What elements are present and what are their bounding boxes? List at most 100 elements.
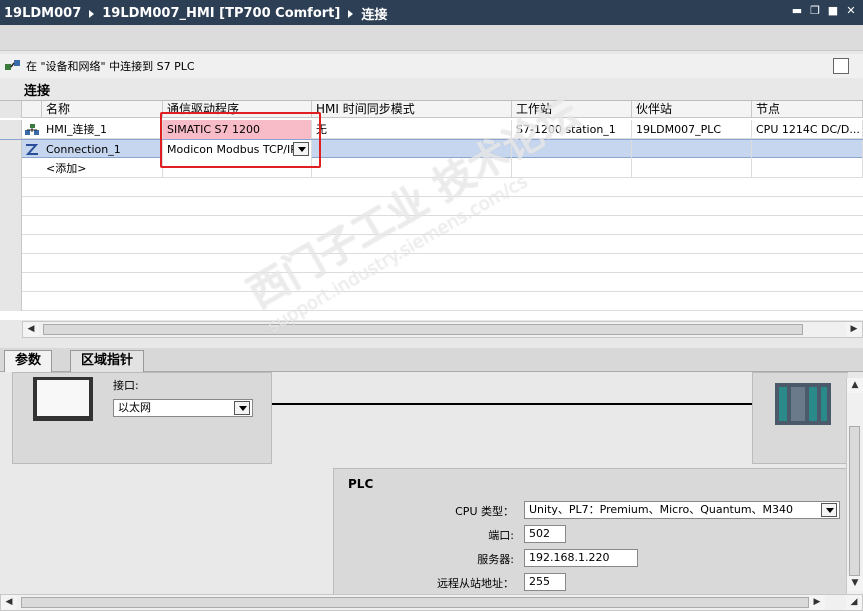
breadcrumb-device[interactable]: 19LDM007_HMI [TP700 Comfort] [102,6,340,21]
toolbar [0,25,863,51]
cell-node[interactable] [752,140,863,159]
cell-sync[interactable]: 无 [312,120,512,139]
header-corner [0,101,22,118]
cell-partner[interactable] [632,140,752,159]
title-bar: 19LDM007 19LDM007_HMI [TP700 Comfort] 连接… [0,0,863,25]
remote-slave-input[interactable]: 255 [524,573,566,591]
connection-icon [25,144,39,155]
table-row-empty [0,216,863,235]
tab-parameters[interactable]: 参数 [4,350,53,372]
annotation-highlight [160,112,321,168]
table-horizontal-scrollbar[interactable]: ◀ ▶ [22,321,863,338]
interface-label: 接口: [113,379,139,392]
hmi-device-panel: 接口: 以太网 [12,372,272,464]
maximize-icon[interactable]: ■ [827,5,839,17]
interface-select[interactable]: 以太网 [113,399,253,417]
chevron-down-icon[interactable] [234,401,250,415]
cell-station[interactable] [512,159,632,178]
cell-name[interactable]: HMI_连接_1 [42,120,163,139]
cell-sync[interactable] [312,159,512,178]
scroll-down-icon[interactable]: ▼ [847,576,863,591]
resize-icon[interactable]: ◢ [846,595,862,610]
window-controls: ▬ ❐ ■ ✕ [791,5,857,17]
cpu-type-value: Unity、PL7：Premium、Micro、Quantum、M340 [529,503,794,516]
restore-icon[interactable]: ❐ [809,5,821,17]
header-name[interactable]: 名称 [42,101,163,118]
row-header[interactable] [0,159,22,178]
row-header [0,292,22,311]
cell-station[interactable]: S7-1200 station_1 [512,120,632,139]
cpu-type-select[interactable]: Unity、PL7：Premium、Micro、Quantum、M340 [524,501,840,519]
connections-table: 名称 通信驱动程序 HMI 时间同步模式 工作站 伙伴站 节点 HMI_连接_1… [0,100,863,320]
row-header [0,178,22,197]
row-header[interactable] [0,120,22,139]
table-row-empty [0,178,863,197]
plc-device-panel [752,372,848,464]
info-row: 在 "设备和网络" 中连接到 S7 PLC [0,54,863,78]
scroll-thumb[interactable] [21,597,809,608]
header-partner[interactable]: 伙伴站 [632,101,752,118]
add-connection-cell[interactable]: <添加> [42,159,163,178]
cell-node[interactable] [752,159,863,178]
inspector-tabs: 参数 区域指针 [0,348,863,372]
port-label: 端口: [488,529,514,542]
breadcrumb: 19LDM007 19LDM007_HMI [TP700 Comfort] 连接 [4,4,387,23]
parameters-vertical-scrollbar[interactable]: ▲ ▼ [846,378,863,594]
breadcrumb-separator-icon [348,9,354,18]
cell-name[interactable]: Connection_1 [42,140,163,159]
row-header [0,197,22,216]
table-row[interactable]: <添加> [0,159,863,178]
tab-area-pointer[interactable]: 区域指针 [70,350,145,372]
scroll-left-icon[interactable]: ◀ [1,595,17,610]
server-input[interactable]: 192.168.1.220 [524,549,638,567]
row-header [0,235,22,254]
network-connect-icon[interactable] [4,58,22,74]
table-row[interactable]: Connection_1 Modicon Modbus TCP/IP [0,139,863,159]
scroll-left-icon[interactable]: ◀ [23,322,39,337]
network-line [272,403,752,405]
plc-settings-form: PLC CPU 类型： Unity、PL7：Premium、Micro、Quan… [333,468,853,598]
header-icon-col [22,101,42,118]
cpu-type-label: CPU 类型： [455,505,514,518]
plc-device-icon [775,383,831,425]
scroll-thumb[interactable] [849,426,860,576]
hmi-device-icon [33,377,93,421]
row-header [0,254,22,273]
plc-title: PLC [348,477,374,491]
table-row-empty [0,273,863,292]
options-icon[interactable] [833,58,849,74]
chevron-down-icon[interactable] [821,503,837,517]
section-title: 连接 [24,84,51,99]
server-label: 服务器: [477,553,514,566]
breadcrumb-project[interactable]: 19LDM007 [4,6,81,21]
table-row-empty [0,254,863,273]
header-sync[interactable]: HMI 时间同步模式 [312,101,512,118]
header-node[interactable]: 节点 [752,101,863,118]
scroll-right-icon[interactable]: ▶ [809,595,825,610]
port-input[interactable]: 502 [524,525,566,543]
cell-partner[interactable] [632,159,752,178]
header-station[interactable]: 工作站 [512,101,632,118]
hmi-connection-icon [25,124,39,135]
remote-slave-label: 远程从站地址： [437,577,514,590]
row-header [0,216,22,235]
scroll-right-icon[interactable]: ▶ [846,322,862,337]
scroll-up-icon[interactable]: ▲ [847,378,863,393]
close-icon[interactable]: ✕ [845,5,857,17]
parameters-horizontal-scrollbar[interactable]: ◀ ▶ ◢ [0,594,863,611]
minimize-icon[interactable]: ▬ [791,5,803,17]
row-header[interactable] [0,140,22,159]
table-row-empty [0,197,863,216]
cell-partner[interactable]: 19LDM007_PLC [632,120,752,139]
info-text[interactable]: 在 "设备和网络" 中连接到 S7 PLC [26,58,195,74]
breadcrumb-separator-icon [89,9,95,18]
cell-station[interactable] [512,140,632,159]
cell-node[interactable]: CPU 1214C DC/D... [752,120,863,139]
cell-sync[interactable] [312,140,512,159]
interface-select-value: 以太网 [118,401,151,414]
breadcrumb-page[interactable]: 连接 [361,4,387,23]
scroll-thumb[interactable] [43,324,803,335]
table-row[interactable]: HMI_连接_1 SIMATIC S7 1200 无 S7-1200 stati… [0,120,863,139]
row-header [0,273,22,292]
table-header: 名称 通信驱动程序 HMI 时间同步模式 工作站 伙伴站 节点 [0,101,863,118]
